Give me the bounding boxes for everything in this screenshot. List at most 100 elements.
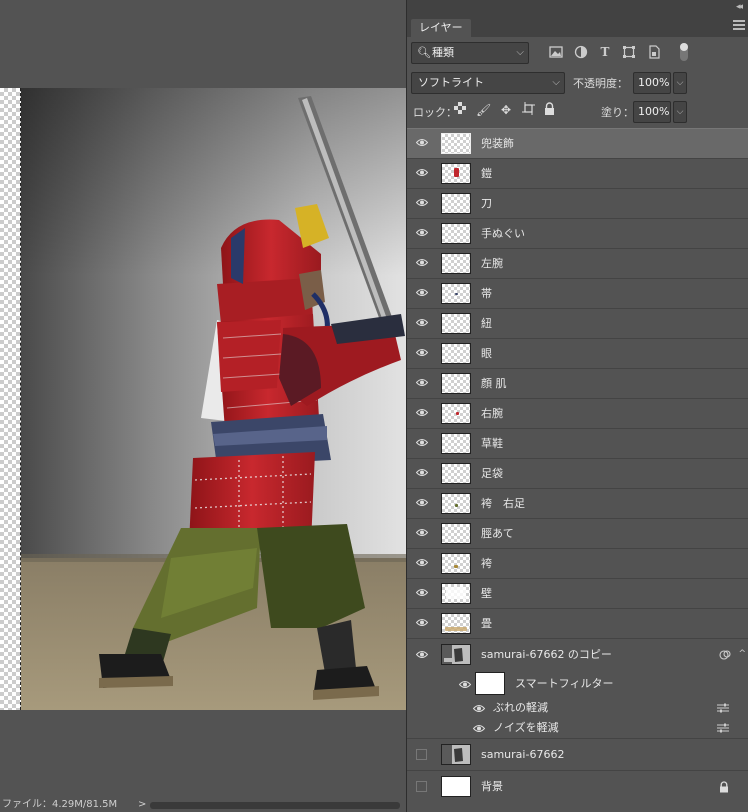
layer-row-hakama-right-leg[interactable]: 袴 右足	[407, 488, 748, 518]
filter-kind-value: 種類	[432, 46, 454, 59]
layer-row-face-skin[interactable]: 顔 肌	[407, 368, 748, 398]
lock-all-icon[interactable]	[542, 102, 556, 118]
layer-name: 足袋	[481, 467, 503, 480]
layer-row-sune-ate[interactable]: 脛あて	[407, 518, 748, 548]
layer-name: 左腕	[481, 257, 503, 270]
filter-row-reduce-noise[interactable]: ノイズを軽減	[407, 718, 748, 738]
layer-row-yoroi[interactable]: 鎧	[407, 158, 748, 188]
layer-name: 壁	[481, 587, 492, 600]
status-menu-arrow[interactable]: >	[138, 798, 146, 812]
layer-thumbnail	[441, 613, 471, 634]
layer-row-obi[interactable]: 帯	[407, 278, 748, 308]
layer-thumbnail	[441, 644, 471, 665]
lock-position-icon[interactable]: ✥	[499, 102, 513, 118]
eye-icon[interactable]	[459, 680, 471, 689]
filter-blending-options-icon[interactable]	[717, 723, 729, 733]
blend-mode-dropdown[interactable]: ソフトライト ⌵	[411, 72, 565, 94]
lock-icon	[720, 781, 728, 793]
layer-name: 脛あて	[481, 527, 514, 540]
panel-dock-bar: ◂◂	[407, 0, 748, 17]
layer-name: 背景	[481, 780, 503, 793]
eye-icon[interactable]	[416, 650, 428, 659]
transparent-canvas-region	[0, 88, 21, 710]
eye-icon[interactable]	[416, 168, 428, 177]
collapse-panel-icon[interactable]: ◂◂	[736, 2, 743, 12]
layer-thumbnail	[441, 776, 471, 797]
smart-object-filter-icon[interactable]	[647, 45, 661, 59]
layer-name: 手ぬぐい	[481, 227, 525, 240]
eye-icon[interactable]	[473, 724, 485, 733]
opacity-slider-toggle[interactable]: ⌵	[673, 72, 687, 94]
lock-transparent-pixels-icon[interactable]	[453, 102, 467, 118]
horizontal-scrollbar[interactable]	[150, 802, 400, 809]
panel-menu-icon[interactable]	[733, 20, 745, 32]
chevron-down-icon: ⌵	[516, 47, 524, 58]
layer-row-katana[interactable]: 刀	[407, 188, 748, 218]
layer-row-eyes[interactable]: 眼	[407, 338, 748, 368]
samurai-image	[21, 88, 406, 710]
opacity-input[interactable]: 100%	[633, 72, 671, 94]
filter-blending-options-icon[interactable]	[717, 703, 729, 713]
layer-row-kabuto-soushoku[interactable]: 兜装飾	[407, 128, 748, 158]
eye-icon[interactable]	[416, 258, 428, 267]
adjustment-filter-icon[interactable]	[574, 45, 588, 59]
eye-icon[interactable]	[416, 558, 428, 567]
type-filter-icon[interactable]: T	[598, 45, 612, 59]
eye-icon[interactable]	[416, 438, 428, 447]
collapse-caret-icon[interactable]: ^	[738, 649, 746, 659]
layer-thumbnail	[441, 283, 471, 304]
eye-icon[interactable]	[416, 498, 428, 507]
filter-kind-dropdown[interactable]: 🔍︎ 種類 ⌵	[411, 42, 529, 64]
layer-row-himo[interactable]: 紐	[407, 308, 748, 338]
layer-thumbnail	[441, 403, 471, 424]
layer-thumbnail	[441, 193, 471, 214]
tab-layers[interactable]: レイヤー	[411, 19, 471, 37]
layer-name: 鎧	[481, 167, 492, 180]
layer-row-right-arm[interactable]: 右腕	[407, 398, 748, 428]
layer-name: 顔 肌	[481, 377, 507, 390]
eye-icon[interactable]	[473, 704, 485, 713]
smart-filters-row[interactable]: スマートフィルター	[407, 670, 748, 698]
smart-filter-icon	[719, 650, 731, 660]
layer-row-background[interactable]: 背景	[407, 770, 748, 802]
canvas-area[interactable]: ファイル：4.29M/81.5M >	[0, 0, 406, 812]
layer-row-waraji[interactable]: 草鞋	[407, 428, 748, 458]
visibility-toggle-off[interactable]	[416, 749, 427, 760]
panel-tab-bar: レイヤー	[407, 17, 748, 37]
eye-icon[interactable]	[416, 348, 428, 357]
lock-artboard-icon[interactable]	[521, 102, 535, 118]
layer-thumbnail	[441, 583, 471, 604]
eye-icon[interactable]	[416, 588, 428, 597]
filter-name: ノイズを軽減	[493, 721, 559, 734]
image-filter-icon[interactable]	[549, 45, 563, 59]
layer-row-hakama[interactable]: 袴	[407, 548, 748, 578]
layer-row-smart-object-copy[interactable]: samurai-67662 のコピー ^	[407, 638, 748, 670]
filter-toggle-switch[interactable]	[680, 43, 688, 61]
layer-row-tenugui[interactable]: 手ぬぐい	[407, 218, 748, 248]
filter-row-shake-reduction[interactable]: ぶれの軽減	[407, 698, 748, 718]
file-size-info: ファイル：4.29M/81.5M	[2, 799, 118, 810]
layer-row-left-arm[interactable]: 左腕	[407, 248, 748, 278]
eye-icon[interactable]	[416, 138, 428, 147]
eye-icon[interactable]	[416, 408, 428, 417]
visibility-toggle-off[interactable]	[416, 781, 427, 792]
eye-icon[interactable]	[416, 288, 428, 297]
eye-icon[interactable]	[416, 318, 428, 327]
eye-icon[interactable]	[416, 378, 428, 387]
shape-filter-icon[interactable]	[622, 45, 636, 59]
layer-row-tatami[interactable]: 畳	[407, 608, 748, 638]
lock-image-pixels-icon[interactable]: 🖌︎	[476, 102, 491, 118]
eye-icon[interactable]	[416, 618, 428, 627]
eye-icon[interactable]	[416, 468, 428, 477]
eye-icon[interactable]	[416, 228, 428, 237]
layer-row-samurai-original[interactable]: samurai-67662	[407, 738, 748, 770]
layer-thumbnail	[441, 523, 471, 544]
eye-icon[interactable]	[416, 528, 428, 537]
fill-input[interactable]: 100%	[633, 101, 671, 123]
fill-slider-toggle[interactable]: ⌵	[673, 101, 687, 123]
layer-name: 紐	[481, 317, 492, 330]
eye-icon[interactable]	[416, 198, 428, 207]
layer-row-tabi[interactable]: 足袋	[407, 458, 748, 488]
layer-row-wall[interactable]: 壁	[407, 578, 748, 608]
layer-thumbnail	[441, 463, 471, 484]
